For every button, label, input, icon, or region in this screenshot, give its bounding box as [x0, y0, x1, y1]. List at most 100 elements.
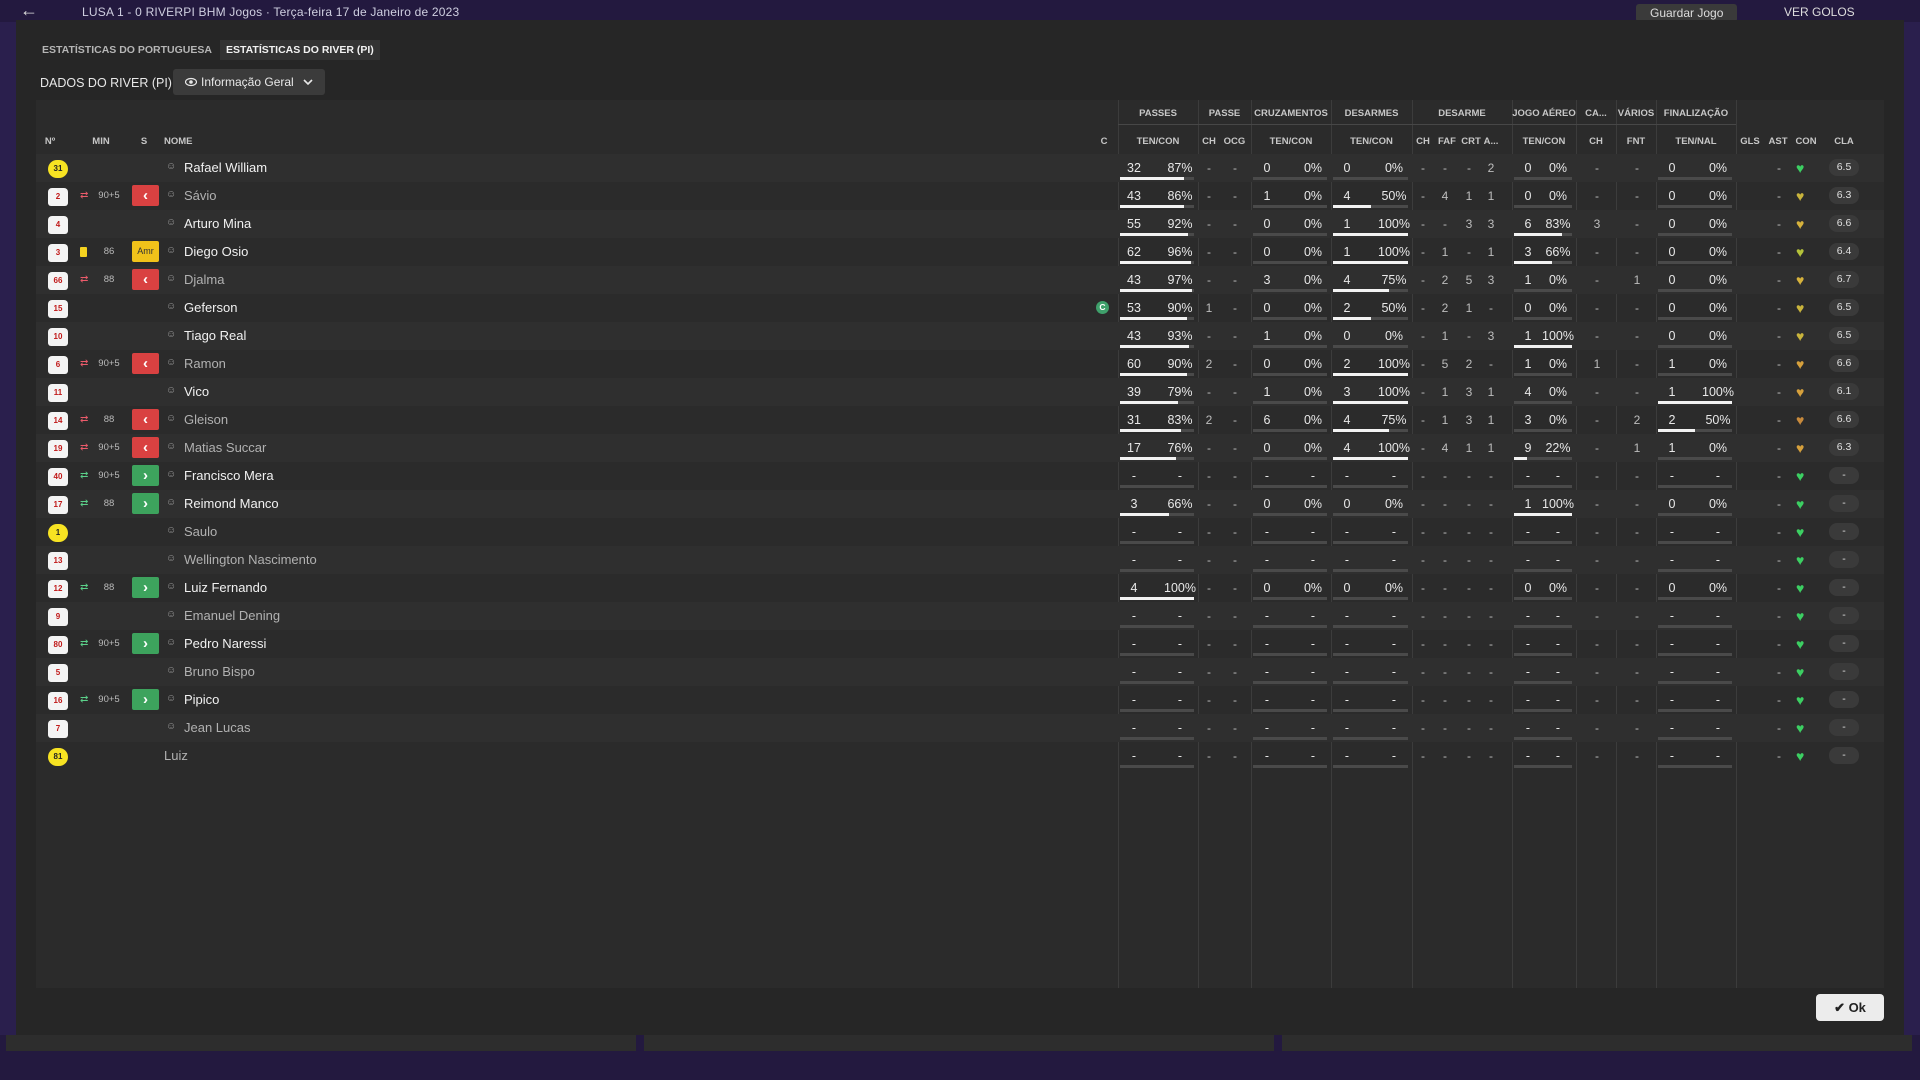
stat-value: - [1595, 385, 1599, 399]
player-row[interactable]: 6 ⇄ 90+5 ‹ ☺ Ramon 60 90% 2-0 0% 2 100% -5 2-1 0% 1-1 0%… [36, 350, 1884, 378]
player-name[interactable]: Jean Lucas [184, 720, 251, 735]
subbed-off-button[interactable]: ‹ [132, 269, 159, 290]
player-name[interactable]: Ramon [184, 356, 226, 371]
player-row[interactable]: 4 ☺ Arturo Mina 55 92% - -0 0% 1 100% - -3 3 6 83% 3-0 0… [36, 210, 1884, 238]
column-subheader[interactable]: GLS [1738, 136, 1762, 147]
player-row[interactable]: 80 ⇄ 90+5 › ☺ Pedro Naressi - - - - - - - - - - - - - - - - - -… [36, 630, 1884, 658]
player-row[interactable]: 17 ⇄ 88 › ☺ Reimond Manco 3 66% - -0 0% 0 0% - - - -1 100… [36, 490, 1884, 518]
stat-bar-fill [1120, 233, 1188, 236]
subbed-on-button[interactable]: › [132, 633, 159, 654]
stat-value: 0 [1668, 245, 1676, 259]
column-subheader[interactable]: TEN/CON [1331, 136, 1412, 147]
column-subheader[interactable]: CLA [1826, 136, 1862, 147]
column-subheader[interactable]: CH [1576, 136, 1616, 147]
heart-icon: ♥ [1796, 664, 1805, 680]
column-subheader[interactable]: TEN/CON [1512, 136, 1576, 147]
player-name[interactable]: Francisco Mera [184, 468, 274, 483]
tab-river-stats[interactable]: ESTATÍSTICAS DO RIVER (PI) [219, 40, 380, 60]
player-name[interactable]: Matias Succar [184, 440, 266, 455]
player-name[interactable]: Diego Osio [184, 244, 248, 259]
player-name[interactable]: Reimond Manco [184, 496, 279, 511]
player-row[interactable]: 15 ☺ Geferson C 53 90% 1-0 0% 2 50% -2 1-0 0% - -0 0% - ♥… [36, 294, 1884, 322]
dropdown-label: Informação Geral [201, 75, 294, 89]
column-header-name[interactable]: NOME [164, 136, 204, 147]
stat-bar-track [1514, 569, 1572, 572]
column-subheader[interactable]: A... [1482, 136, 1500, 147]
player-row[interactable]: 13 ☺ Wellington Nascimento - - - - - - - - - - - - - - - -… [36, 546, 1884, 574]
tab-portuguesa-stats[interactable]: ESTATÍSTICAS DO PORTUGUESA [36, 40, 218, 60]
view-goals-button[interactable]: VER GOLOS [1784, 5, 1855, 19]
column-header-s[interactable]: S [134, 136, 154, 147]
player-row[interactable]: 7 ☺ Jean Lucas - - - - - - - - - - - - - - - - - - - ♥ - [36, 714, 1884, 742]
stat-value: 3 [1524, 245, 1532, 259]
column-subheader[interactable]: CON [1792, 136, 1820, 147]
player-row[interactable]: 5 ☺ Bruno Bispo - - - - - - - - - - - - - - - - - - - ♥ - [36, 658, 1884, 686]
stat-bar-track [1333, 653, 1408, 656]
player-name[interactable]: Djalma [184, 272, 224, 287]
player-row[interactable]: 19 ⇄ 90+5 ‹ ☺ Matias Succar 17 76% - -0 0% 4 100% -4 1… [36, 434, 1884, 462]
back-arrow-icon[interactable]: ← [20, 0, 38, 20]
column-subheader[interactable]: CRT [1460, 136, 1482, 147]
column-header-c[interactable]: C [1098, 136, 1110, 147]
player-name[interactable]: Geferson [184, 300, 237, 315]
ok-button[interactable]: ✔ Ok [1816, 994, 1884, 1021]
player-name[interactable]: Bruno Bispo [184, 664, 255, 679]
stat-percent: 93% [1167, 329, 1193, 343]
player-row[interactable]: 12 ⇄ 88 › ☺ Luiz Fernando 4 100% - -0 0% 0 0% - - - -0 0%… [36, 574, 1884, 602]
subbed-on-button[interactable]: › [132, 689, 159, 710]
player-row[interactable]: 40 ⇄ 90+5 › ☺ Francisco Mera - - - - - - - - - - - - - - - - -… [36, 462, 1884, 490]
player-name[interactable]: Pipico [184, 692, 219, 707]
player-name[interactable]: Rafael William [184, 160, 267, 175]
player-name[interactable]: Vico [184, 384, 209, 399]
player-name[interactable]: Luiz Fernando [184, 580, 267, 595]
player-name[interactable]: Gleison [184, 412, 228, 427]
stat-value: 1 [1343, 217, 1351, 231]
player-name[interactable]: Saulo [184, 524, 217, 539]
column-subheader[interactable]: FAF [1436, 136, 1458, 147]
stat-value: 2 [1205, 357, 1213, 371]
column-subheader[interactable]: TEN/CON [1251, 136, 1331, 147]
stat-percent: 0% [1708, 189, 1728, 203]
player-name[interactable]: Luiz [164, 748, 188, 763]
stat-value: - [1525, 469, 1531, 483]
stat-value: - [1344, 637, 1350, 651]
stat-value: 1 [1205, 301, 1213, 315]
player-row[interactable]: 11 ☺ Vico 39 79% - -1 0% 3 100% -1 3 1 4 0% - -1 100% - ♥ 6.… [36, 378, 1884, 406]
column-subheader[interactable]: TEN/CON [1118, 136, 1198, 147]
column-subheader[interactable]: CH [1414, 136, 1432, 147]
subbed-on-button[interactable]: › [132, 577, 159, 598]
stat-percent: - [1391, 469, 1397, 483]
player-row[interactable]: 2 ⇄ 90+5 ‹ ☺ Sávio 43 86% - -1 0% 4 50% -4 1 1 0 0% - -0 0% -… [36, 182, 1884, 210]
player-row[interactable]: 81 Luiz - - - - - - - - - - - - - - - - - - - ♥ - [36, 742, 1884, 770]
player-name[interactable]: Arturo Mina [184, 216, 251, 231]
stat-value: - [1207, 217, 1211, 231]
column-subheader[interactable]: CH [1200, 136, 1218, 147]
column-subheader[interactable]: AST [1766, 136, 1790, 147]
player-row[interactable]: 1 ☺ Saulo - - - - - - - - - - - - - - - - - - - ♥ - [36, 518, 1884, 546]
subbed-off-button[interactable]: ‹ [132, 437, 159, 458]
player-row[interactable]: 9 ☺ Emanuel Dening - - - - - - - - - - - - - - - - - - - ♥ - [36, 602, 1884, 630]
player-row[interactable]: 66 ⇄ 88 ‹ ☺ Djalma 43 97% - -3 0% 4 75% -2 5 3 1 0% -1 0 0% -… [36, 266, 1884, 294]
column-header-min[interactable]: MIN [86, 136, 116, 147]
player-row[interactable]: 3 86 Amr ☺ Diego Osio 62 96% - -0 0% 1 100% -1-1 3 66%… [36, 238, 1884, 266]
player-row[interactable]: 31 ☺ Rafael William 32 87% - -0 0% 0 0% - - -2 0 0% - -0… [36, 154, 1884, 182]
stat-percent: - [1391, 721, 1397, 735]
player-name[interactable]: Sávio [184, 188, 217, 203]
column-header-no[interactable]: Nº [40, 136, 60, 147]
subbed-off-button[interactable]: ‹ [132, 353, 159, 374]
player-name[interactable]: Emanuel Dening [184, 608, 280, 623]
player-name[interactable]: Tiago Real [184, 328, 246, 343]
subbed-off-button[interactable]: ‹ [132, 409, 159, 430]
player-row[interactable]: 14 ⇄ 88 ‹ ☺ Gleison 31 83% 2-6 0% 4 75% -1 3 1 3 0% -2 2 50… [36, 406, 1884, 434]
subbed-on-button[interactable]: › [132, 465, 159, 486]
player-row[interactable]: 16 ⇄ 90+5 › ☺ Pipico - - - - - - - - - - - - - - - - - - - ♥ - [36, 686, 1884, 714]
player-row[interactable]: 10 ☺ Tiago Real 43 93% - -1 0% 0 0% -1-3 1 100% - -0 0%… [36, 322, 1884, 350]
player-name[interactable]: Wellington Nascimento [184, 552, 317, 567]
column-subheader[interactable]: TEN/NAL [1656, 136, 1736, 147]
subbed-on-button[interactable]: › [132, 493, 159, 514]
column-subheader[interactable]: FNT [1616, 136, 1656, 147]
player-name[interactable]: Pedro Naressi [184, 636, 266, 651]
subbed-off-button[interactable]: ‹ [132, 185, 159, 206]
column-subheader[interactable]: OCG [1222, 136, 1247, 147]
info-dropdown[interactable]: Informação Geral [173, 69, 326, 95]
